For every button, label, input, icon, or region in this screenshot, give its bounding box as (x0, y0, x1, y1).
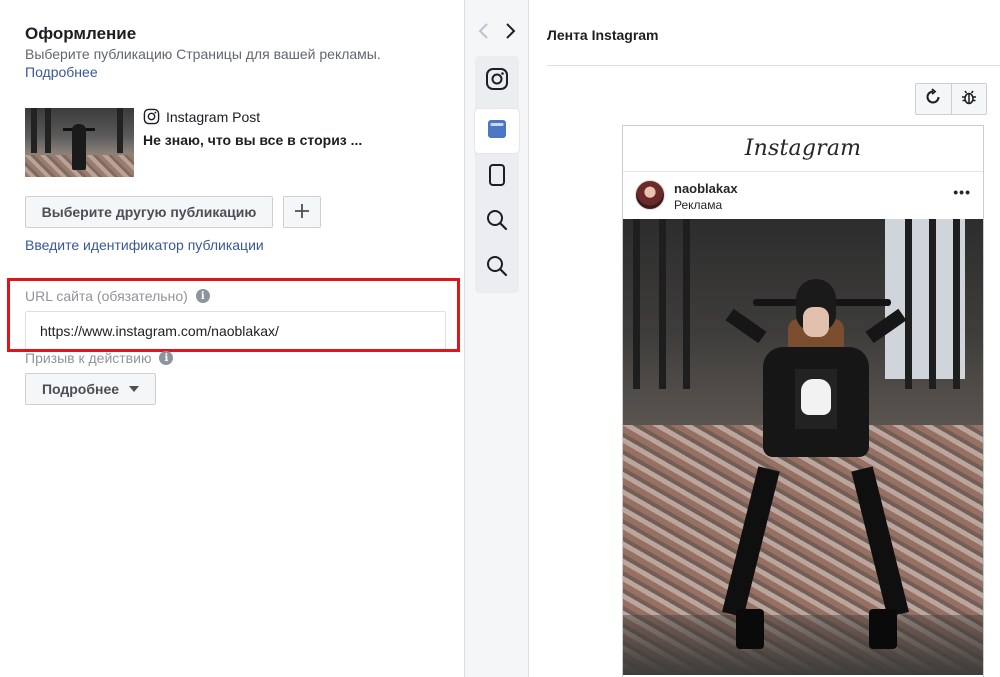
info-icon[interactable]: i (159, 351, 174, 365)
chevron-left-icon (477, 22, 489, 45)
thumb-column (117, 108, 123, 153)
placement-stories[interactable] (475, 155, 519, 199)
placement-feed[interactable] (475, 109, 519, 153)
enter-post-id-link[interactable]: Введите идентификатор публикации (25, 237, 264, 253)
photo-column (633, 219, 640, 389)
feed-icon (487, 119, 507, 144)
preview-title: Лента Instagram (547, 27, 659, 43)
ad-preview-panel: Лента Instagram Instagram naoblakax Рекл… (529, 0, 1000, 677)
photo-arm (725, 308, 767, 344)
photo-column (659, 219, 666, 389)
avatar (635, 180, 665, 210)
instagram-icon (143, 108, 160, 125)
thumb-column (45, 108, 51, 153)
instagram-feed-preview: Instagram naoblakax Реклама ••• (622, 125, 984, 677)
username: naoblakax (674, 181, 738, 196)
section-title: Оформление (25, 24, 137, 43)
previous-button[interactable] (473, 20, 493, 46)
section-subtitle: Выберите публикацию Страницы для вашей р… (25, 46, 381, 62)
search-icon (485, 254, 509, 283)
photo-boot (869, 609, 897, 649)
caret-down-icon (129, 386, 140, 392)
cta-label-text: Призыв к действию (25, 350, 152, 366)
cta-dropdown-value: Подробнее (41, 381, 120, 397)
placement-toolbar (465, 0, 529, 677)
instagram-logo: Instagram (744, 136, 862, 161)
photo-column (953, 219, 960, 389)
preview-actions (915, 83, 987, 115)
photo-face (803, 307, 829, 337)
preview-divider (547, 65, 1000, 66)
explore-icon (485, 208, 509, 237)
instagram-icon (485, 67, 509, 96)
add-post-button[interactable] (283, 196, 321, 228)
post-type: Instagram Post (143, 108, 260, 125)
placement-explore[interactable] (475, 200, 519, 244)
plus-icon (293, 202, 311, 223)
thumb-column (31, 108, 37, 153)
learn-more-link[interactable]: Подробнее (25, 64, 98, 80)
placement-instagram[interactable] (475, 59, 519, 103)
thumb-figure (72, 124, 86, 170)
cta-dropdown[interactable]: Подробнее (25, 373, 156, 405)
post-photo (623, 219, 983, 675)
photo-boot (736, 609, 764, 649)
sponsored-label: Реклама (674, 198, 723, 212)
photo-ground (623, 615, 983, 675)
highlight-box (7, 278, 460, 352)
next-button[interactable] (501, 20, 521, 46)
report-bug-button[interactable] (950, 84, 987, 114)
refresh-icon (924, 87, 942, 111)
photo-skull-print (801, 379, 831, 415)
photo-column (683, 219, 690, 389)
placement-search[interactable] (475, 246, 519, 290)
instagram-header: Instagram (623, 126, 983, 172)
refresh-button[interactable] (916, 84, 951, 114)
choose-other-post-button[interactable]: Выберите другую публикацию (25, 196, 273, 228)
post-type-label: Instagram Post (166, 108, 261, 125)
post-thumbnail (25, 108, 134, 177)
stories-icon (488, 163, 506, 192)
post-author-row: naoblakax Реклама ••• (623, 172, 983, 218)
photo-column (905, 219, 912, 389)
chevron-right-icon (505, 22, 517, 45)
photo-column (929, 219, 936, 389)
more-options-icon[interactable]: ••• (953, 184, 971, 200)
ad-creative-panel: Оформление Выберите публикацию Страницы … (0, 0, 465, 677)
bug-icon (960, 88, 978, 111)
cta-field-label: Призыв к действию i (25, 350, 174, 366)
post-caption: Не знаю, что вы все в сториз ... (143, 132, 363, 148)
